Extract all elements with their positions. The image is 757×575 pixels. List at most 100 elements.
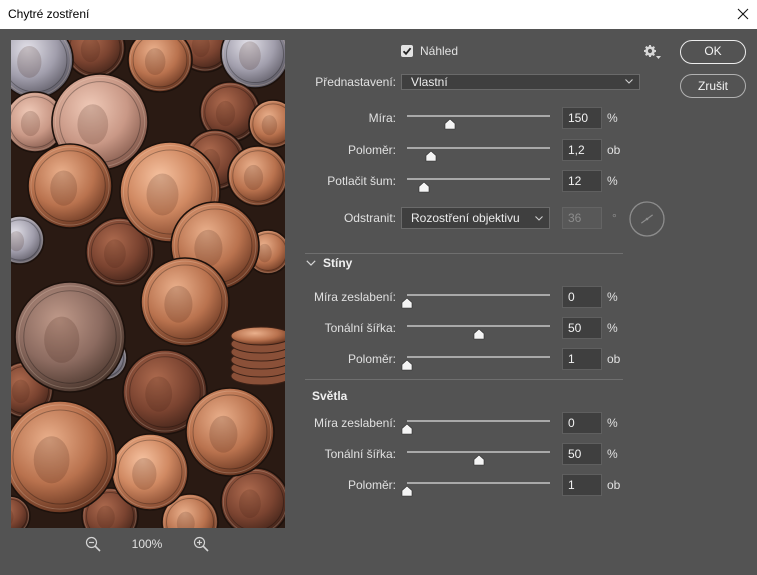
zoom-out-icon[interactable] [85,536,101,552]
section-divider [305,379,623,380]
chevron-down-icon[interactable] [306,260,316,266]
shadows-radius-slider-thumb[interactable] [401,359,413,371]
reduce-noise-slider-thumb[interactable] [418,181,430,193]
remove-dropdown[interactable]: Rozostření objektivu [401,207,550,229]
highlights-radius-input[interactable] [562,474,602,496]
highlights-fade-input[interactable] [562,412,602,434]
reduce-noise-slider[interactable] [407,170,550,193]
highlights-radius-unit: ob [607,478,621,492]
shadows-tonal-slider-track[interactable] [407,325,550,327]
angle-dial[interactable] [628,200,666,238]
zoom-in-icon[interactable] [193,536,209,552]
amount-slider-track[interactable] [407,115,550,117]
shadows-fade-label: Míra zeslabení: [313,290,396,304]
preset-value: Vlastní [411,75,448,89]
shadows-tonal-slider-thumb[interactable] [473,328,484,340]
shadows-radius-slider-track[interactable] [407,356,550,358]
shadows-fade-unit: % [607,290,618,304]
shadows-radius-input[interactable] [562,348,602,370]
shadows-radius-slider[interactable] [401,348,550,371]
amount-input[interactable] [562,107,602,129]
preview-label[interactable]: Náhled [420,44,458,58]
highlights-tonal-label: Tonální šířka: [324,447,396,461]
reduce-noise-input[interactable] [562,170,602,192]
highlights-tonal-slider[interactable] [407,443,550,466]
amount-slider-thumb[interactable] [444,118,456,130]
caret-down-icon[interactable] [656,56,661,59]
amount-slider[interactable] [407,107,550,130]
shadows-radius-row: Poloměr: ob [300,348,680,371]
shadows-fade-input[interactable] [562,286,602,308]
shadows-title: Stíny [323,256,353,270]
amount-label: Míra: [368,111,396,125]
chevron-down-icon [535,216,543,221]
coin [227,145,285,207]
highlights-radius-slider-thumb[interactable] [401,485,413,497]
shadows-tonal-unit: % [607,321,618,335]
shadows-fade-slider-track[interactable] [407,294,550,296]
preset-row: Přednastavení: Vlastní [300,74,680,90]
highlights-fade-slider-track[interactable] [407,420,550,422]
angle-input[interactable] [562,207,602,229]
shadows-radius-label: Poloměr: [347,352,396,366]
radius-label: Poloměr: [347,143,396,157]
preset-label: Přednastavení: [315,75,396,89]
window-title: Chytré zostření [8,7,90,21]
shadows-fade-slider-thumb[interactable] [401,297,413,309]
remove-value: Rozostření objektivu [411,211,520,225]
coin [14,281,126,393]
shadows-radius-unit: ob [607,352,621,366]
highlights-radius-row: Poloměr: ob [300,474,680,497]
highlights-tonal-slider-thumb[interactable] [473,454,484,466]
shadows-tonal-input[interactable] [562,317,602,339]
coin [111,433,189,511]
ok-button[interactable]: OK [680,40,746,64]
angle-unit: ° [612,211,617,225]
reduce-noise-label: Potlačit šum: [327,174,396,188]
cancel-button[interactable]: Zrušit [680,74,746,98]
radius-slider[interactable] [407,139,550,162]
highlights-tonal-slider-track[interactable] [407,451,550,453]
radius-slider-thumb[interactable] [425,150,437,162]
coin-stack [230,326,285,386]
preview-pane[interactable] [11,40,285,528]
remove-row: Odstranit: Rozostření objektivu ° [300,201,680,237]
highlights-fade-slider[interactable] [401,412,550,435]
coin [11,400,117,514]
shadows-fade-row: Míra zeslabení: % [300,286,680,309]
highlights-fade-label: Míra zeslabení: [313,416,396,430]
highlights-tonal-row: Tonální šířka: % [300,443,680,466]
remove-label: Odstranit: [343,211,396,225]
reduce-noise-slider-track[interactable] [407,178,550,180]
reduce-noise-row: Potlačit šum: % [300,170,680,193]
coin [140,257,230,347]
reduce-noise-unit: % [607,174,618,188]
preview-image [11,40,285,528]
highlights-header[interactable]: Světla [312,388,432,404]
shadows-header[interactable]: Stíny [305,255,425,271]
shadows-tonal-row: Tonální šířka: % [300,317,680,340]
amount-unit: % [607,111,618,125]
highlights-tonal-unit: % [607,447,618,461]
shadows-tonal-label: Tonální šířka: [324,321,396,335]
chevron-down-icon [625,79,633,84]
highlights-tonal-input[interactable] [562,443,602,465]
shadows-tonal-slider[interactable] [407,317,550,340]
radius-slider-track[interactable] [407,147,550,149]
radius-unit: ob [607,143,621,157]
highlights-radius-slider-track[interactable] [407,482,550,484]
preset-dropdown[interactable]: Vlastní [401,74,640,90]
highlights-fade-slider-thumb[interactable] [401,423,413,435]
coin [185,387,275,477]
gear-icon[interactable] [644,45,656,57]
radius-input[interactable] [562,139,602,161]
checkmark-icon [402,47,412,56]
shadows-fade-slider[interactable] [401,286,550,309]
close-icon[interactable] [735,6,751,22]
highlights-radius-label: Poloměr: [347,478,396,492]
amount-row: Míra: % [300,107,680,130]
section-divider [305,253,623,254]
coin [27,143,113,229]
preview-checkbox[interactable] [401,45,413,57]
highlights-radius-slider[interactable] [401,474,550,497]
